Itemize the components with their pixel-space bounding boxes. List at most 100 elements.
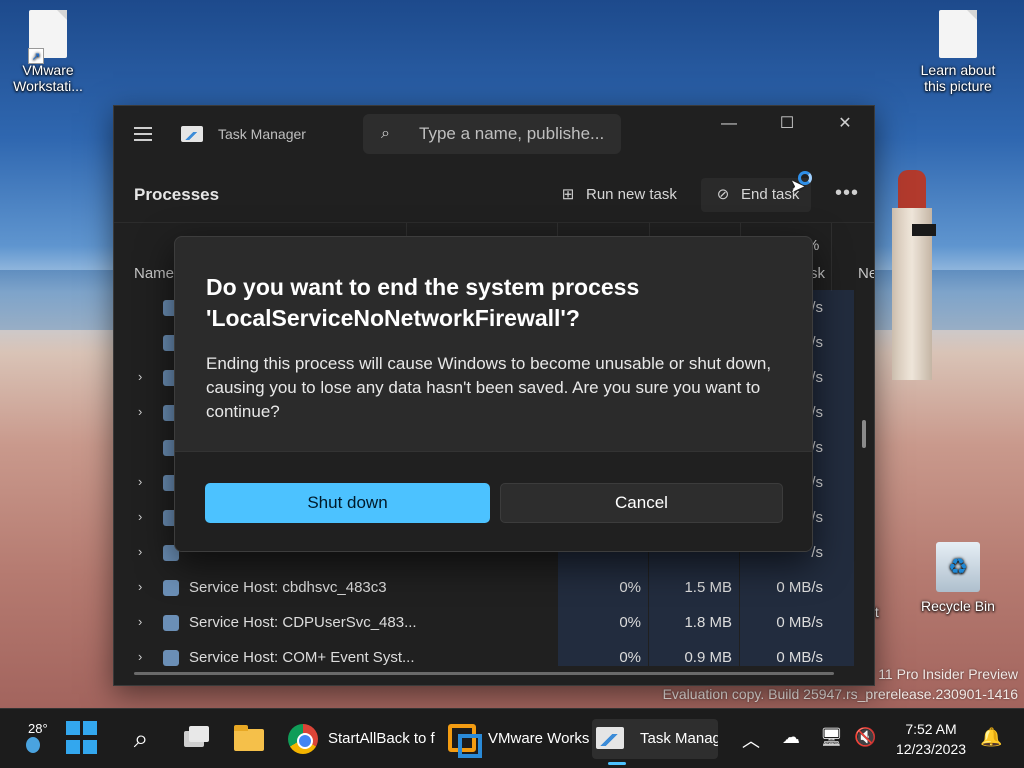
disk-cell: /s <box>811 439 823 456</box>
more-options-button[interactable]: ••• <box>830 178 864 212</box>
search-box[interactable]: ⌕ <box>363 114 621 154</box>
volume-muted-icon[interactable]: 🔇 <box>854 727 876 748</box>
task-manager-icon <box>596 727 624 749</box>
weather-widget[interactable]: 28° <box>12 719 52 759</box>
run-new-task-icon: ⊞ <box>561 186 575 203</box>
memory-cell: 1.5 MB <box>684 579 732 596</box>
desktop-icon-vmware[interactable]: ↗ VMware Workstati... <box>8 10 88 94</box>
horizontal-scrollbar[interactable] <box>134 672 834 675</box>
chevron-up-icon[interactable]: ︿ <box>742 727 760 753</box>
cancel-button[interactable]: Cancel <box>500 483 783 523</box>
disk-cell: /s <box>811 299 823 316</box>
prohibited-icon: ⊘ <box>716 186 730 203</box>
search-icon[interactable]: ⌕ <box>124 721 158 755</box>
memory-cell: 1.8 MB <box>684 614 732 631</box>
start-icon[interactable] <box>66 721 100 755</box>
process-icon <box>163 615 179 631</box>
expand-chevron-icon[interactable]: › <box>138 544 142 559</box>
expand-chevron-icon[interactable]: › <box>138 649 142 664</box>
taskbar-app-label: StartAllBack to f <box>328 730 435 747</box>
recycle-bin-icon: ♻ <box>936 542 980 592</box>
dialog-footer: Shut down Cancel <box>175 451 812 551</box>
disk-cell: 0 MB/s <box>776 579 823 596</box>
cpu-cell: 0% <box>619 579 641 596</box>
desktop-icon-label: Recycle Bin <box>921 598 995 614</box>
clock-time: 7:52 AM <box>905 721 957 737</box>
expand-chevron-icon[interactable]: › <box>138 579 142 594</box>
process-name: Service Host: COM+ Event Syst... <box>189 649 415 666</box>
minimize-button[interactable]: — <box>700 106 758 142</box>
disk-cell: /s <box>811 334 823 351</box>
desktop-icon-label: Workstati... <box>13 78 83 94</box>
run-new-task-button[interactable]: ⊞ Run new task <box>546 178 689 212</box>
disk-cell: 0 MB/s <box>776 649 823 666</box>
lighthouse-tower <box>892 208 936 380</box>
disk-cell: /s <box>811 404 823 421</box>
expand-chevron-icon[interactable]: › <box>138 614 142 629</box>
watermark-edition: 11 Pro Insider Preview <box>878 666 1018 682</box>
expand-chevron-icon[interactable]: › <box>138 474 142 489</box>
vertical-scrollbar-thumb[interactable] <box>862 420 866 448</box>
title-bar[interactable]: Task Manager ⌕ — ☐ ✕ <box>114 106 874 164</box>
taskbar-app-chrome[interactable]: StartAllBack to f <box>288 719 438 759</box>
cpu-cell: 0% <box>619 614 641 631</box>
column-divider[interactable] <box>831 223 832 291</box>
end-process-dialog: Do you want to end the system process 'L… <box>174 236 813 552</box>
process-icon <box>163 580 179 596</box>
expand-chevron-icon[interactable]: › <box>138 509 142 524</box>
process-icon <box>163 650 179 666</box>
disk-cell: /s <box>811 369 823 386</box>
shortcut-arrow-icon: ↗ <box>28 48 44 64</box>
task-view-icon[interactable] <box>178 721 212 755</box>
search-input[interactable] <box>419 122 614 146</box>
weather-temperature: 28° <box>28 721 48 736</box>
taskbar-app-label: VMware Works <box>488 730 590 747</box>
watermark-build: Evaluation copy. Build 25947.rs_prerelea… <box>662 686 1018 702</box>
document-icon <box>939 10 977 58</box>
desktop-icon-label: Learn about <box>920 62 996 78</box>
busy-spinner-icon <box>798 171 812 185</box>
process-name: Service Host: CDPUserSvc_483... <box>189 614 417 631</box>
desktop-icon-learn-about-picture[interactable]: Learn about this picture <box>918 10 998 94</box>
disk-cell: /s <box>811 509 823 526</box>
network-icon[interactable]: 🖥 <box>820 727 843 748</box>
file-explorer-icon[interactable] <box>232 721 266 755</box>
memory-cell: 0.9 MB <box>684 649 732 666</box>
clock-date: 12/23/2023 <box>895 741 967 757</box>
run-new-task-label: Run new task <box>586 186 677 203</box>
disk-cell: /s <box>811 474 823 491</box>
dialog-title: Do you want to end the system process 'L… <box>206 274 640 331</box>
taskbar-app-vmware[interactable]: VMware Works <box>448 719 590 759</box>
hamburger-menu-icon[interactable] <box>134 127 152 141</box>
column-header-name[interactable]: Name <box>134 265 174 282</box>
desktop-icon-label: VMware <box>22 62 74 78</box>
wallpaper-lighthouse <box>880 170 940 380</box>
disk-cell: /s <box>811 544 823 561</box>
taskbar-app-label: Task Manag <box>640 730 718 747</box>
taskbar: 28° ⌕ StartAllBack to f VMware Works Tas… <box>0 708 1024 768</box>
search-icon: ⌕ <box>381 125 390 142</box>
maximize-button[interactable]: ☐ <box>758 106 816 142</box>
system-clock[interactable]: 7:52 AM 12/23/2023 <box>888 719 974 759</box>
table-row[interactable]: › Service Host: cbdhsvc_483c3 0% 1.5 MB 0 MB… <box>114 570 854 605</box>
taskbar-app-task-manager[interactable]: Task Manag <box>592 719 718 759</box>
table-row[interactable]: › Service Host: CDPUserSvc_483... 0% 1.8 MB… <box>114 605 854 640</box>
active-app-indicator <box>608 762 626 765</box>
desktop-icon-recycle-bin[interactable]: ♻ Recycle Bin <box>918 542 998 614</box>
close-button[interactable]: ✕ <box>816 106 874 142</box>
column-header-network[interactable]: Ne <box>858 265 874 282</box>
notification-bell-icon[interactable]: 🔔 <box>980 727 1002 748</box>
task-manager-app-icon <box>181 126 203 142</box>
onedrive-icon[interactable]: ☁ <box>782 727 800 748</box>
disk-cell: 0 MB/s <box>776 614 823 631</box>
expand-chevron-icon[interactable]: › <box>138 369 142 384</box>
page-title: Processes <box>134 185 220 204</box>
weather-rain-icon <box>26 737 40 753</box>
toolbar: Processes ⊞ Run new task ⊘ End task ••• <box>114 164 874 222</box>
window-title: Task Manager <box>218 126 306 142</box>
expand-chevron-icon[interactable]: › <box>138 404 142 419</box>
chrome-icon <box>288 724 318 754</box>
table-row[interactable]: › Service Host: COM+ Event Syst... 0% 0.9 M… <box>114 640 854 666</box>
shut-down-button[interactable]: Shut down <box>205 483 490 523</box>
process-name: Service Host: cbdhsvc_483c3 <box>189 579 387 596</box>
